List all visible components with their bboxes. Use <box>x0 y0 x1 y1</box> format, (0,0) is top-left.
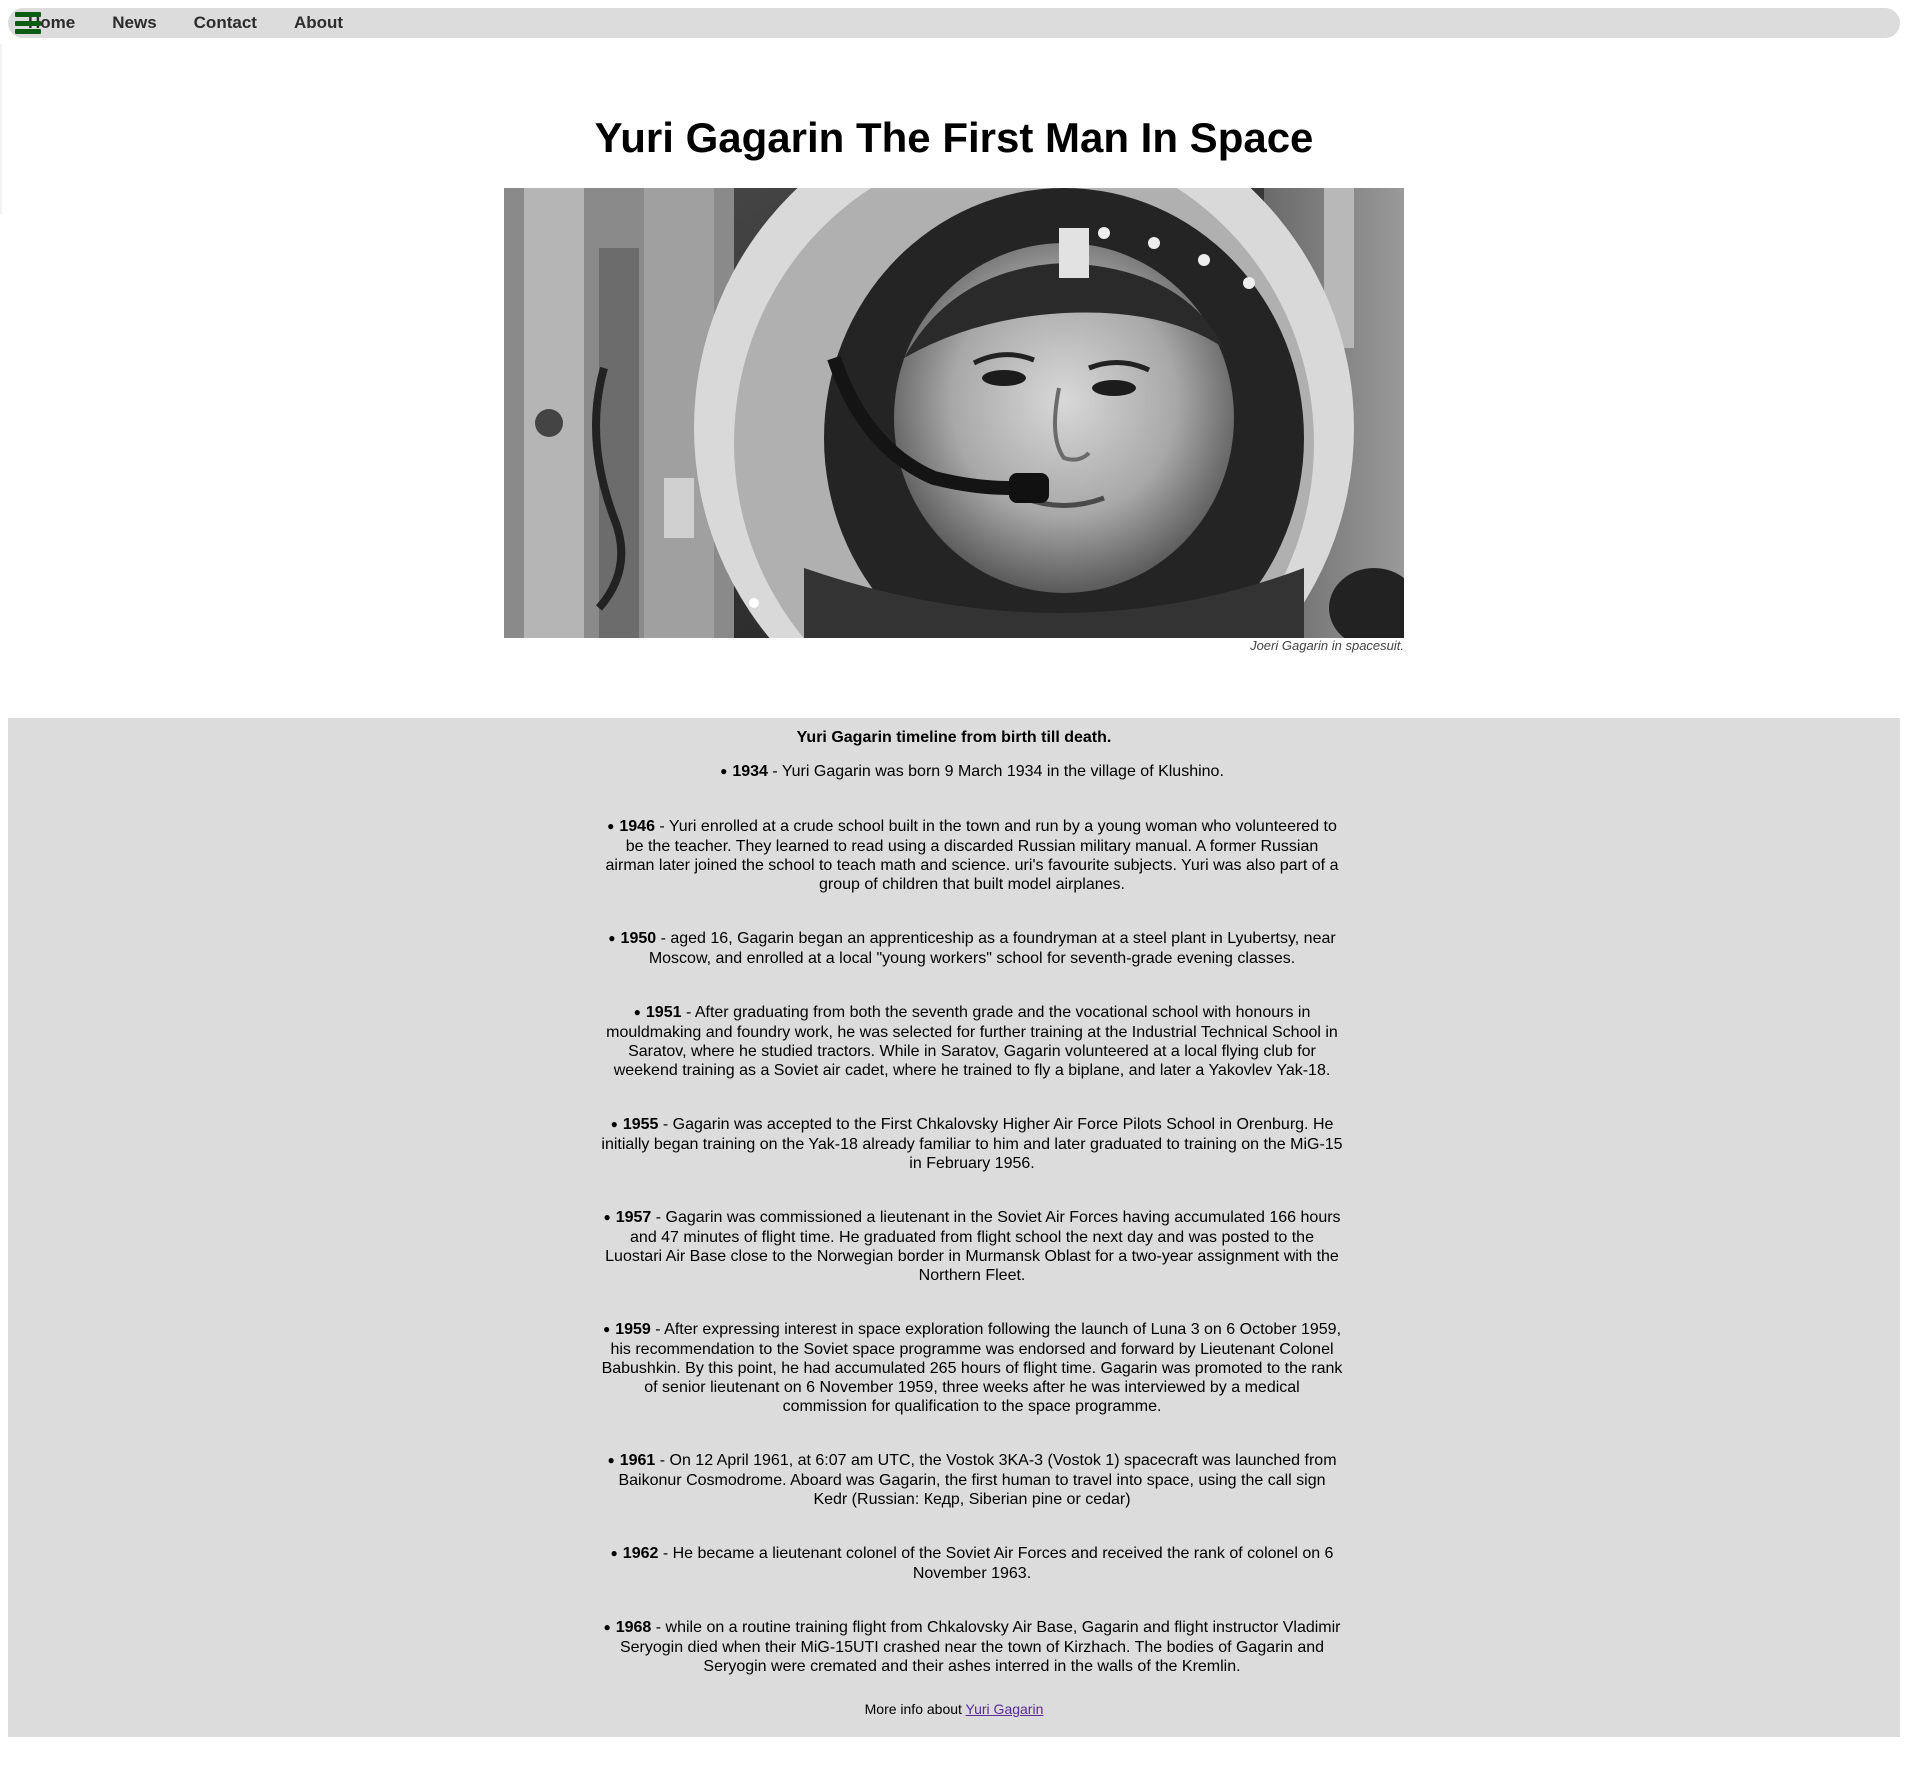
timeline-year: 1951 <box>645 1004 682 1021</box>
timeline-year: 1934 <box>732 763 768 780</box>
timeline-text: - On 12 April 1961, at 6:07 am UTC, the … <box>618 1452 1337 1508</box>
astronaut-photo <box>504 188 1404 638</box>
timeline-item: ● 1946 - Yuri enrolled at a crude school … <box>600 817 1344 894</box>
timeline-year: 1957 <box>615 1209 652 1226</box>
timeline-item: ● 1962 - He became a lieutenant colonel o… <box>600 1544 1344 1583</box>
timeline-item: ● 1951 - After graduating from both the s… <box>600 1003 1344 1080</box>
image-caption: Joeri Gagarin in spacesuit. <box>1250 638 1404 653</box>
nav-link-news[interactable]: News <box>112 8 156 38</box>
timeline-year: 1950 <box>620 930 657 947</box>
timeline-item: ● 1968 - while on a routine training flig… <box>600 1618 1344 1676</box>
timeline-text: - After expressing interest in space exp… <box>601 1321 1343 1415</box>
timeline-text: - He became a lieutenant colonel of the … <box>658 1545 1334 1582</box>
timeline-year: 1961 <box>619 1452 656 1469</box>
timeline-text: - aged 16, Gagarin began an apprenticesh… <box>648 930 1336 967</box>
timeline-year: 1962 <box>622 1545 659 1562</box>
timeline-year: 1955 <box>622 1116 659 1133</box>
bullet-icon: ● <box>610 1546 618 1560</box>
bullet-icon: ● <box>610 1117 618 1131</box>
bullet-icon: ● <box>633 1005 641 1019</box>
timeline-item: ● 1955 - Gagarin was accepted to the Firs… <box>600 1115 1344 1173</box>
bullet-icon: ● <box>602 1322 611 1336</box>
timeline-text: - After graduating from both the seventh… <box>606 1004 1338 1079</box>
page-title: Yuri Gagarin The First Man In Space <box>594 114 1314 161</box>
bullet-icon: ● <box>607 819 615 833</box>
more-info-label: More info about <box>864 1701 966 1717</box>
timeline-item: ● 1934 - Yuri Gagarin was born 9 March 19… <box>600 762 1344 782</box>
bullet-icon: ● <box>607 1453 615 1467</box>
timeline-section: Yuri Gagarin timeline from birth till de… <box>8 718 1900 1737</box>
timeline-item: ● 1959 - After expressing interest in spa… <box>600 1320 1344 1416</box>
hamburger-menu-icon[interactable] <box>15 12 41 34</box>
timeline-text: - Gagarin was accepted to the First Chka… <box>601 1116 1343 1172</box>
more-info: More info about Yuri Gagarin <box>8 1700 1900 1718</box>
nav-link-contact[interactable]: Contact <box>194 8 257 38</box>
timeline-text: - Yuri Gagarin was born 9 March 1934 in … <box>767 763 1224 780</box>
top-navbar: Home News Contact About <box>8 8 1900 38</box>
timeline-year: 1968 <box>615 1619 652 1636</box>
bullet-icon: ● <box>603 1620 611 1634</box>
timeline-title: Yuri Gagarin timeline from birth till de… <box>796 729 1112 746</box>
timeline-list: ● 1934 - Yuri Gagarin was born 9 March 19… <box>600 762 1344 1711</box>
timeline-text: - Yuri enrolled at a crude school built … <box>605 818 1339 893</box>
nav-link-about[interactable]: About <box>294 8 343 38</box>
timeline-year: 1959 <box>615 1321 651 1338</box>
timeline-item: ● 1961 - On 12 April 1961, at 6:07 am UTC… <box>600 1451 1344 1509</box>
bullet-icon: ● <box>608 931 616 945</box>
bullet-icon: ● <box>603 1210 611 1224</box>
timeline-year: 1946 <box>619 818 655 835</box>
timeline-item: ● 1957 - Gagarin was commissioned a lieut… <box>600 1208 1344 1285</box>
bullet-icon: ● <box>720 764 728 778</box>
more-info-link[interactable]: Yuri Gagarin <box>966 1701 1044 1717</box>
timeline-item: ● 1950 - aged 16, Gagarin began an appren… <box>600 929 1344 968</box>
timeline-text: - Gagarin was commissioned a lieutenant … <box>605 1209 1341 1284</box>
timeline-text: - while on a routine training flight fro… <box>619 1619 1341 1675</box>
